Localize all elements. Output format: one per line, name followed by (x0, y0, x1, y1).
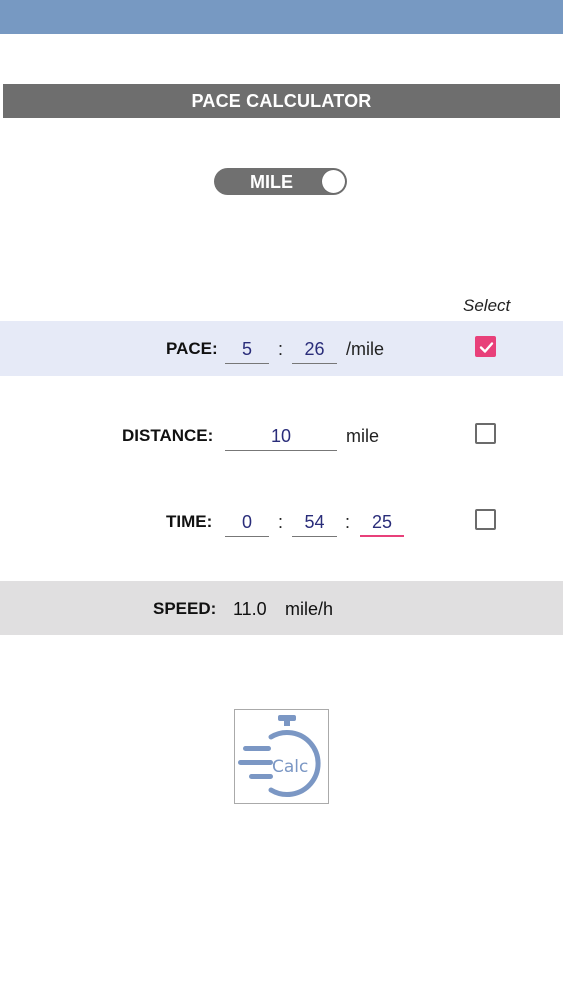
time-seconds-input[interactable]: 25 (360, 507, 404, 537)
time-minutes-input[interactable]: 54 (292, 507, 337, 537)
unit-toggle[interactable]: MILE (214, 168, 347, 195)
logo-text: Calc (272, 757, 308, 777)
pace-select-checkbox[interactable] (475, 336, 496, 357)
time-select-checkbox[interactable] (475, 509, 496, 530)
distance-unit: mile (346, 426, 380, 446)
time-separator-2: : (345, 512, 351, 532)
page-title: PACE CALCULATOR (3, 84, 560, 118)
speed-unit: mile/h (285, 599, 334, 619)
toggle-knob (322, 170, 345, 193)
status-bar (0, 0, 563, 34)
time-row: TIME: 0 : 54 : 25 (0, 494, 563, 549)
select-column-header: Select (463, 296, 511, 315)
pace-unit: /mile (346, 339, 385, 359)
time-hours-input[interactable]: 0 (225, 507, 269, 537)
pace-seconds-input[interactable]: 26 (292, 334, 337, 364)
speed-label: SPEED: (153, 599, 217, 618)
stopwatch-calc-logo: Calc (234, 709, 329, 804)
stopwatch-icon: Calc (238, 715, 321, 797)
distance-input[interactable]: 10 (225, 421, 337, 451)
pace-row: PACE: 5 : 26 /mile (0, 321, 563, 376)
pace-minutes-input[interactable]: 5 (225, 334, 269, 364)
speed-value: 11.0 (233, 599, 267, 619)
time-separator-1: : (278, 512, 284, 532)
speed-row: SPEED: 11.0 mile/h (0, 581, 563, 635)
pace-label: PACE: (166, 339, 218, 358)
distance-label: DISTANCE: (122, 426, 214, 445)
checkmark-icon (479, 342, 494, 353)
distance-select-checkbox[interactable] (475, 423, 496, 444)
unit-toggle-label: MILE (250, 172, 293, 192)
distance-row: DISTANCE: 10 mile (0, 408, 563, 463)
pace-separator: : (278, 339, 284, 359)
time-label: TIME: (166, 512, 213, 531)
